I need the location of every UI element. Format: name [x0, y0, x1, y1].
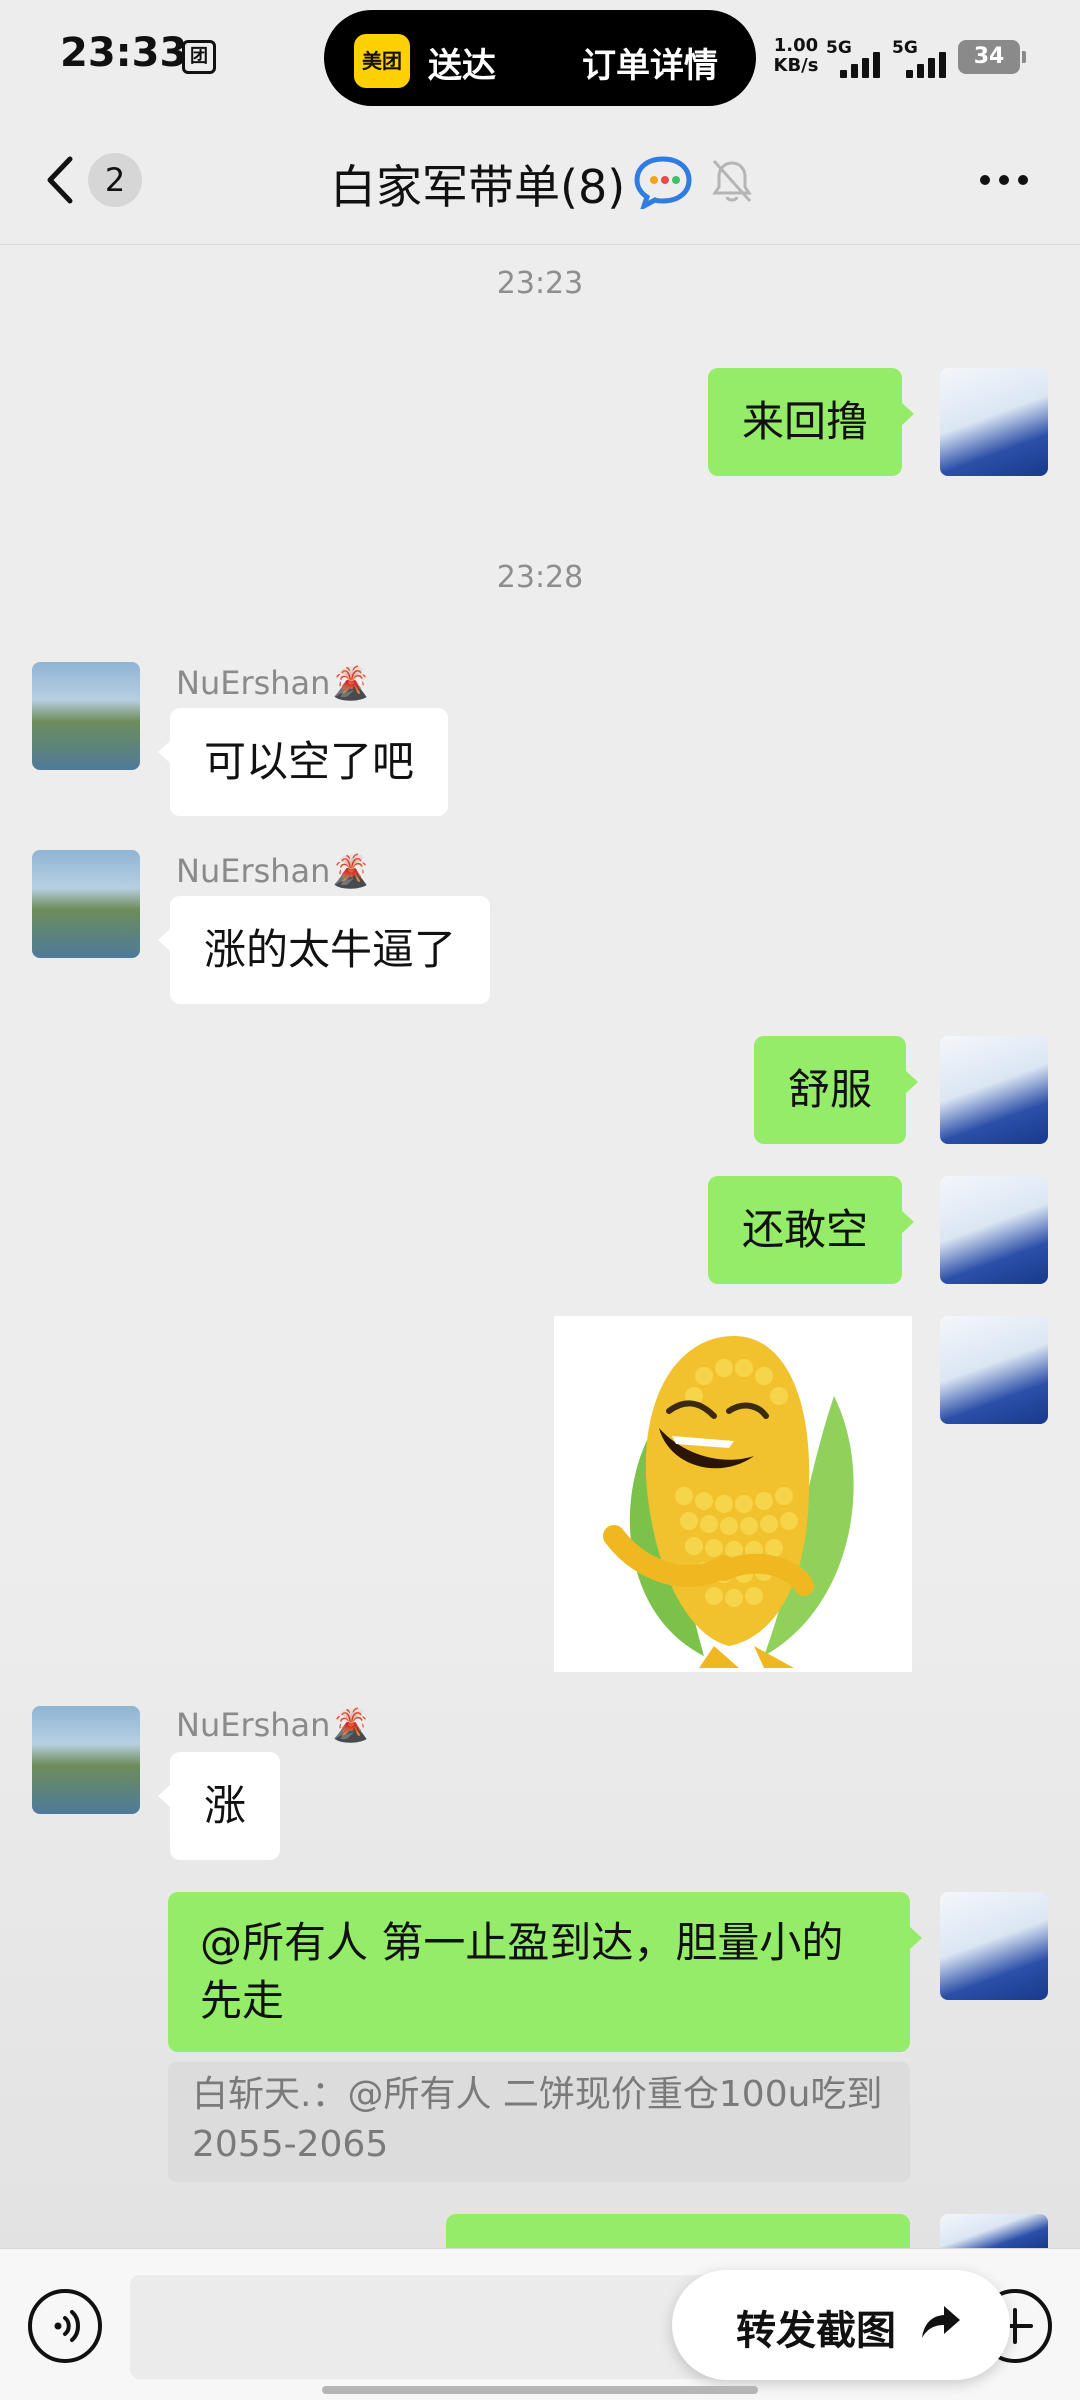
- forward-screenshot-label: 转发截图: [736, 2308, 896, 2354]
- island-status-text: 送达: [428, 46, 496, 86]
- my-avatar[interactable]: [940, 1036, 1048, 1144]
- group-chat-icon: [634, 156, 692, 209]
- corn-sticker-image[interactable]: [554, 1316, 912, 1672]
- home-indicator[interactable]: [322, 2386, 758, 2394]
- status-bar: 23:33 团 美团 送达 订单详情 1.00 KB/s 5G 5G 34: [0, 0, 1080, 115]
- quoted-message[interactable]: 白斩天.：@所有人 二饼现价重仓100u吃到2055-2065: [168, 2062, 910, 2182]
- sender-avatar[interactable]: [32, 662, 140, 770]
- share-arrow-icon: [922, 2306, 960, 2338]
- my-avatar[interactable]: [940, 1892, 1048, 2000]
- outgoing-message-bubble-partial[interactable]: [446, 2214, 910, 2248]
- outgoing-message-bubble[interactable]: 来回撸: [708, 368, 915, 476]
- chat-title[interactable]: 白家军带单(8): [330, 151, 625, 217]
- corn-sticker-drawing: [603, 1336, 854, 1668]
- network-speed-unit: KB/s: [773, 55, 819, 76]
- my-avatar[interactable]: [940, 2214, 1048, 2248]
- unread-count-badge[interactable]: 2: [88, 153, 142, 207]
- sender-avatar[interactable]: [32, 850, 140, 958]
- sender-name: NuErshan🌋: [176, 664, 371, 702]
- battery-icon: 34: [958, 40, 1026, 74]
- outgoing-message-bubble[interactable]: 还敢空: [708, 1176, 915, 1284]
- wechat-group-chat-screen: 23:33 团 美团 送达 订单详情 1.00 KB/s 5G 5G 34 2 …: [0, 0, 1080, 2400]
- status-time: 23:33: [60, 30, 188, 76]
- message-timestamp: 23:28: [496, 560, 584, 595]
- chat-header: 2 白家军带单(8): [0, 115, 1080, 245]
- signal-5g-icon: 5G: [826, 38, 892, 78]
- back-icon[interactable]: [40, 153, 80, 207]
- my-avatar[interactable]: [940, 1176, 1048, 1284]
- signal-label: 5G: [892, 38, 918, 58]
- voice-input-icon[interactable]: [28, 2289, 102, 2363]
- notification-app-icon: 团: [182, 40, 216, 74]
- outgoing-message-bubble[interactable]: @所有人 第一止盈到达，胆量小的先走: [168, 1892, 922, 2052]
- sender-name: NuErshan🌋: [176, 852, 371, 890]
- network-speed: 1.00 KB/s: [766, 36, 826, 76]
- signal-5g-icon: 5G: [892, 38, 958, 78]
- outgoing-message-bubble[interactable]: 舒服: [754, 1036, 919, 1144]
- incoming-message-bubble[interactable]: 可以空了吧: [157, 708, 449, 816]
- sender-name: NuErshan🌋: [176, 1706, 371, 1744]
- sender-avatar[interactable]: [32, 1706, 140, 1814]
- live-activity-island[interactable]: 美团 送达 订单详情: [324, 10, 756, 106]
- meituan-logo-icon: 美团: [354, 34, 410, 88]
- message-timestamp: 23:23: [496, 266, 584, 301]
- incoming-message-bubble[interactable]: 涨的太牛逼了: [157, 896, 491, 1004]
- mute-bell-icon: [712, 159, 752, 203]
- my-avatar[interactable]: [940, 368, 1048, 476]
- forward-screenshot-button[interactable]: 转发截图: [672, 2270, 1010, 2380]
- more-options-icon[interactable]: [974, 175, 1034, 187]
- incoming-message-bubble[interactable]: 涨: [157, 1752, 281, 1860]
- network-speed-value: 1.00: [773, 35, 819, 56]
- signal-label: 5G: [826, 38, 852, 58]
- island-order-detail-text: 订单详情: [582, 46, 718, 86]
- my-avatar[interactable]: [940, 1316, 1048, 1424]
